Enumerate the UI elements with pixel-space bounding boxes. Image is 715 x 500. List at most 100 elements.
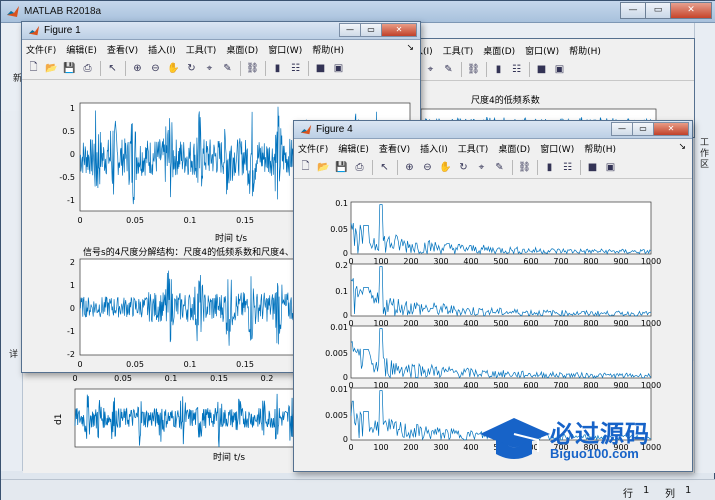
ytick-label: 0.2 xyxy=(335,261,348,270)
menu-file[interactable]: 文件(F) xyxy=(298,142,328,155)
side-label-detail: 详 xyxy=(9,350,19,360)
ytick-label: -0.5 xyxy=(59,173,75,182)
menu-help[interactable]: 帮助(H) xyxy=(584,142,616,155)
xtick-label: 0 xyxy=(77,360,82,369)
hide-plot-icon[interactable]: ■ xyxy=(534,62,549,77)
save-icon[interactable]: 💾 xyxy=(62,61,77,76)
legend-icon[interactable]: ☷ xyxy=(560,160,575,175)
xtick-label: 0 xyxy=(77,216,82,225)
ytick-label: 0.005 xyxy=(325,411,348,420)
colorbar-icon[interactable]: ▮ xyxy=(270,61,285,76)
menu-insert[interactable]: 插入(I) xyxy=(420,142,448,155)
edit-plot-icon[interactable]: ↖ xyxy=(105,61,120,76)
ytick-label: 0.5 xyxy=(62,127,75,136)
menu-tools[interactable]: 工具(T) xyxy=(186,43,217,56)
col-value: 1 xyxy=(685,485,692,496)
menu-insert[interactable]: 插入(I) xyxy=(148,43,176,56)
menu-desktop[interactable]: 桌面(D) xyxy=(498,142,530,155)
print-icon[interactable]: ⎙ xyxy=(352,160,367,175)
zoom-out-icon[interactable]: ⊖ xyxy=(148,61,163,76)
menu-window[interactable]: 窗口(W) xyxy=(540,142,574,155)
maximize-button[interactable]: ▭ xyxy=(645,2,671,19)
new-figure-icon[interactable]: 🗋 xyxy=(26,61,41,76)
print-icon[interactable]: ⎙ xyxy=(80,61,95,76)
minimize-button[interactable]: — xyxy=(620,2,646,19)
figure4-maximize-button[interactable]: ▭ xyxy=(632,122,654,136)
show-plot-icon[interactable]: ▣ xyxy=(603,160,618,175)
zoom-in-icon[interactable]: ⊕ xyxy=(130,61,145,76)
menu-help[interactable]: 帮助(H) xyxy=(312,43,344,56)
decomposition-title: 信号s的4尺度分解结构：尺度4的低频系数和尺度4、 xyxy=(83,246,294,258)
menu-view[interactable]: 查看(V) xyxy=(107,43,138,56)
colorbar-icon[interactable]: ▮ xyxy=(542,160,557,175)
figure4-minimize-button[interactable]: — xyxy=(611,122,633,136)
close-button[interactable]: ✕ xyxy=(670,2,712,19)
main-titlebar: MATLAB R2018a — ▭ ✕ xyxy=(1,1,715,23)
ytick-label: 0.01 xyxy=(330,385,348,394)
zoom-out-icon[interactable]: ⊖ xyxy=(420,160,435,175)
legend-icon[interactable]: ☷ xyxy=(288,61,303,76)
save-icon[interactable]: 💾 xyxy=(334,160,349,175)
figure4-menubar: 文件(F) 编辑(E) 查看(V) 插入(I) 工具(T) 桌面(D) 窗口(W… xyxy=(294,139,692,157)
rotate-icon[interactable]: ↻ xyxy=(184,61,199,76)
ytick-label: 0.1 xyxy=(335,287,348,296)
pan-icon[interactable]: ✋ xyxy=(166,61,181,76)
link-icon[interactable]: ⛓ xyxy=(466,62,481,77)
signal-xlabel: 时间 t/s xyxy=(215,232,247,244)
workspace-tab[interactable]: 工作区 xyxy=(700,138,712,171)
ytick-label: 0 xyxy=(343,311,348,320)
figure1-close-button[interactable]: ✕ xyxy=(381,23,417,37)
menu-edit[interactable]: 编辑(E) xyxy=(66,43,97,56)
bg-menu-tools[interactable]: 工具(T) xyxy=(443,44,474,57)
figure1-maximize-button[interactable]: ▭ xyxy=(360,23,382,37)
link-icon[interactable]: ⛓ xyxy=(245,61,260,76)
menu-file[interactable]: 文件(F) xyxy=(26,43,56,56)
figure1-minimize-button[interactable]: — xyxy=(339,23,361,37)
xtick-label: 200 xyxy=(403,443,418,452)
watermark-brand: 必过源码 xyxy=(550,420,650,448)
open-file-icon[interactable]: 📂 xyxy=(316,160,331,175)
figure4-title: Figure 4 xyxy=(316,124,353,135)
xtick-label: 100 xyxy=(373,443,388,452)
menu-tools[interactable]: 工具(T) xyxy=(458,142,489,155)
figure4-close-button[interactable]: ✕ xyxy=(653,122,689,136)
legend-icon[interactable]: ☷ xyxy=(509,62,524,77)
menu-desktop[interactable]: 桌面(D) xyxy=(226,43,258,56)
new-figure-icon[interactable]: 🗋 xyxy=(298,160,313,175)
menu-window[interactable]: 窗口(W) xyxy=(268,43,302,56)
zoom-in-icon[interactable]: ⊕ xyxy=(402,160,417,175)
menu-view[interactable]: 查看(V) xyxy=(379,142,410,155)
pan-icon[interactable]: ✋ xyxy=(438,160,453,175)
ytick-label: 1 xyxy=(70,281,75,290)
brush-icon[interactable]: ✎ xyxy=(441,62,456,77)
link-icon[interactable]: ⛓ xyxy=(517,160,532,175)
open-file-icon[interactable]: 📂 xyxy=(44,61,59,76)
ytick-label: 0 xyxy=(343,435,348,444)
datacursor-icon[interactable]: ⌖ xyxy=(474,160,489,175)
ytick-label: 2 xyxy=(70,258,75,267)
edit-plot-icon[interactable]: ↖ xyxy=(377,160,392,175)
hide-plot-icon[interactable]: ■ xyxy=(313,61,328,76)
xtick-label: 0.05 xyxy=(126,216,144,225)
show-plot-icon[interactable]: ▣ xyxy=(331,61,346,76)
d1-ylabel: d1 xyxy=(54,414,64,425)
xtick-label: 0.15 xyxy=(236,216,254,225)
bg-menu-help[interactable]: 帮助(H) xyxy=(569,44,601,57)
bg-menu-window[interactable]: 窗口(W) xyxy=(525,44,559,57)
rotate-icon[interactable]: ↻ xyxy=(456,160,471,175)
brush-icon[interactable]: ✎ xyxy=(220,61,235,76)
colorbar-icon[interactable]: ▮ xyxy=(491,62,506,77)
xtick-label: 0.2 xyxy=(261,374,274,383)
menubar-overflow-icon[interactable]: ↘ xyxy=(678,142,686,152)
menu-edit[interactable]: 编辑(E) xyxy=(338,142,369,155)
menubar-overflow-icon[interactable]: ↘ xyxy=(406,43,414,53)
bg-menu-desktop[interactable]: 桌面(D) xyxy=(483,44,515,57)
hide-plot-icon[interactable]: ■ xyxy=(585,160,600,175)
bg-menubar: 插入(I) 工具(T) 桌面(D) 窗口(W) 帮助(H) xyxy=(401,41,694,59)
watermark-url: Biguo100.com xyxy=(550,446,639,461)
show-plot-icon[interactable]: ▣ xyxy=(552,62,567,77)
brush-icon[interactable]: ✎ xyxy=(492,160,507,175)
datacursor-icon[interactable]: ⌖ xyxy=(423,62,438,77)
ytick-label: 0 xyxy=(343,249,348,258)
datacursor-icon[interactable]: ⌖ xyxy=(202,61,217,76)
